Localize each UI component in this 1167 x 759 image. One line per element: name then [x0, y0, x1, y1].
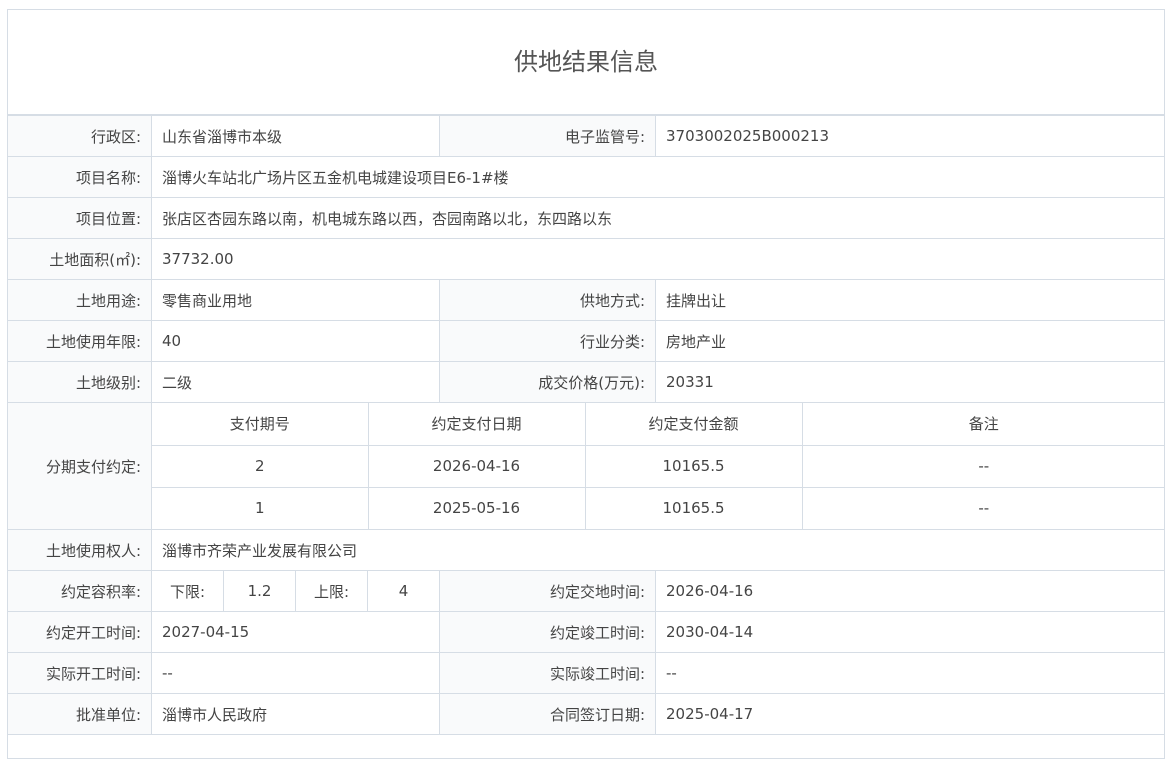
table-row: 1 2025-05-16 10165.5 --: [152, 486, 1164, 529]
industry-label: 行业分类:: [439, 320, 657, 362]
actual-start-value: --: [150, 652, 441, 694]
plot-ratio-upper-label: 上限:: [295, 570, 368, 612]
region-value: 山东省淄博市本级: [150, 115, 441, 157]
actual-start-label: 实际开工时间:: [8, 652, 152, 694]
installments-header: 约定支付日期: [367, 403, 586, 446]
land-supply-result-sheet: 供地结果信息 行政区: 山东省淄博市本级 电子监管号: 3703002025B0…: [7, 9, 1165, 759]
row-project-name: 项目名称: 淄博火车站北广场片区五金机电城建设项目E6-1#楼: [8, 156, 1164, 198]
row-land-area: 土地面积(㎡): 37732.00: [8, 238, 1164, 280]
row-actual-start: 实际开工时间: -- 实际竣工时间: --: [8, 652, 1164, 694]
row-installments: 分期支付约定: 支付期号 约定支付日期 约定支付金额 备注 2 2026-04-…: [8, 402, 1164, 530]
land-grade-value: 二级: [150, 361, 441, 403]
installments-header: 约定支付金额: [584, 403, 803, 446]
installment-note: --: [801, 486, 1164, 529]
table-row: 2 2026-04-16 10165.5 --: [152, 444, 1164, 488]
installment-date: 2025-05-16: [367, 486, 586, 529]
page-title: 供地结果信息: [8, 10, 1164, 115]
use-years-label: 土地使用年限:: [8, 320, 152, 362]
deal-price-value: 20331: [655, 361, 1164, 403]
plot-ratio-lower-value: 1.2: [223, 570, 296, 612]
project-location-label: 项目位置:: [8, 197, 152, 239]
installment-date: 2026-04-16: [367, 444, 586, 488]
project-name-label: 项目名称:: [8, 156, 152, 198]
supervision-no-value: 3703002025B000213: [655, 115, 1164, 157]
plot-ratio-lower-label: 下限:: [151, 570, 224, 612]
approver-label: 批准单位:: [8, 693, 152, 735]
info-table: 行政区: 山东省淄博市本级 电子监管号: 3703002025B000213 项…: [8, 115, 1164, 735]
installment-period: 2: [152, 444, 369, 488]
plot-ratio-label: 约定容积率:: [8, 570, 152, 612]
supervision-no-label: 电子监管号:: [439, 115, 657, 157]
land-use-value: 零售商业用地: [150, 279, 441, 321]
row-land-owner: 土地使用权人: 淄博市齐荣产业发展有限公司: [8, 529, 1164, 571]
installments-label: 分期支付约定:: [8, 402, 152, 530]
land-area-label: 土地面积(㎡):: [8, 238, 152, 280]
land-owner-value: 淄博市齐荣产业发展有限公司: [150, 529, 1164, 571]
row-land-grade: 土地级别: 二级 成交价格(万元): 20331: [8, 361, 1164, 403]
land-owner-label: 土地使用权人:: [8, 529, 152, 571]
row-land-use: 土地用途: 零售商业用地 供地方式: 挂牌出让: [8, 279, 1164, 321]
installment-note: --: [801, 444, 1164, 488]
actual-finish-value: --: [655, 652, 1164, 694]
deal-price-label: 成交价格(万元):: [439, 361, 657, 403]
project-location-value: 张店区杏园东路以南，机电城东路以西，杏园南路以北，东四路以东: [150, 197, 1164, 239]
installment-amount: 10165.5: [584, 486, 803, 529]
industry-value: 房地产业: [655, 320, 1164, 362]
use-years-value: 40: [150, 320, 441, 362]
handover-time-label: 约定交地时间:: [439, 570, 657, 612]
region-label: 行政区:: [8, 115, 152, 157]
installments-table: 支付期号 约定支付日期 约定支付金额 备注 2 2026-04-16 10165…: [152, 403, 1164, 529]
installments-header: 支付期号: [152, 403, 369, 446]
row-plot-ratio: 约定容积率: 下限: 1.2 上限: 4 约定交地时间: 2026-04-16: [8, 570, 1164, 612]
row-approver: 批准单位: 淄博市人民政府 合同签订日期: 2025-04-17: [8, 693, 1164, 735]
land-use-label: 土地用途:: [8, 279, 152, 321]
approver-value: 淄博市人民政府: [150, 693, 441, 735]
start-time-value: 2027-04-15: [150, 611, 441, 653]
project-name-value: 淄博火车站北广场片区五金机电城建设项目E6-1#楼: [150, 156, 1164, 198]
row-start-time: 约定开工时间: 2027-04-15 约定竣工时间: 2030-04-14: [8, 611, 1164, 653]
row-use-years: 土地使用年限: 40 行业分类: 房地产业: [8, 320, 1164, 362]
installments-cell: 支付期号 约定支付日期 约定支付金额 备注 2 2026-04-16 10165…: [150, 402, 1164, 530]
finish-time-label: 约定竣工时间:: [439, 611, 657, 653]
supply-method-label: 供地方式:: [439, 279, 657, 321]
row-project-location: 项目位置: 张店区杏园东路以南，机电城东路以西，杏园南路以北，东四路以东: [8, 197, 1164, 239]
handover-time-value: 2026-04-16: [655, 570, 1164, 612]
land-area-value: 37732.00: [150, 238, 1164, 280]
installments-header: 备注: [801, 403, 1164, 446]
contract-date-label: 合同签订日期:: [439, 693, 657, 735]
plot-ratio-upper-value: 4: [366, 570, 441, 612]
installments-header-row: 支付期号 约定支付日期 约定支付金额 备注: [152, 403, 1164, 446]
installment-period: 1: [152, 486, 369, 529]
actual-finish-label: 实际竣工时间:: [439, 652, 657, 694]
row-region: 行政区: 山东省淄博市本级 电子监管号: 3703002025B000213: [8, 115, 1164, 157]
supply-method-value: 挂牌出让: [655, 279, 1164, 321]
land-grade-label: 土地级别:: [8, 361, 152, 403]
installment-amount: 10165.5: [584, 444, 803, 488]
start-time-label: 约定开工时间:: [8, 611, 152, 653]
finish-time-value: 2030-04-14: [655, 611, 1164, 653]
contract-date-value: 2025-04-17: [655, 693, 1164, 735]
